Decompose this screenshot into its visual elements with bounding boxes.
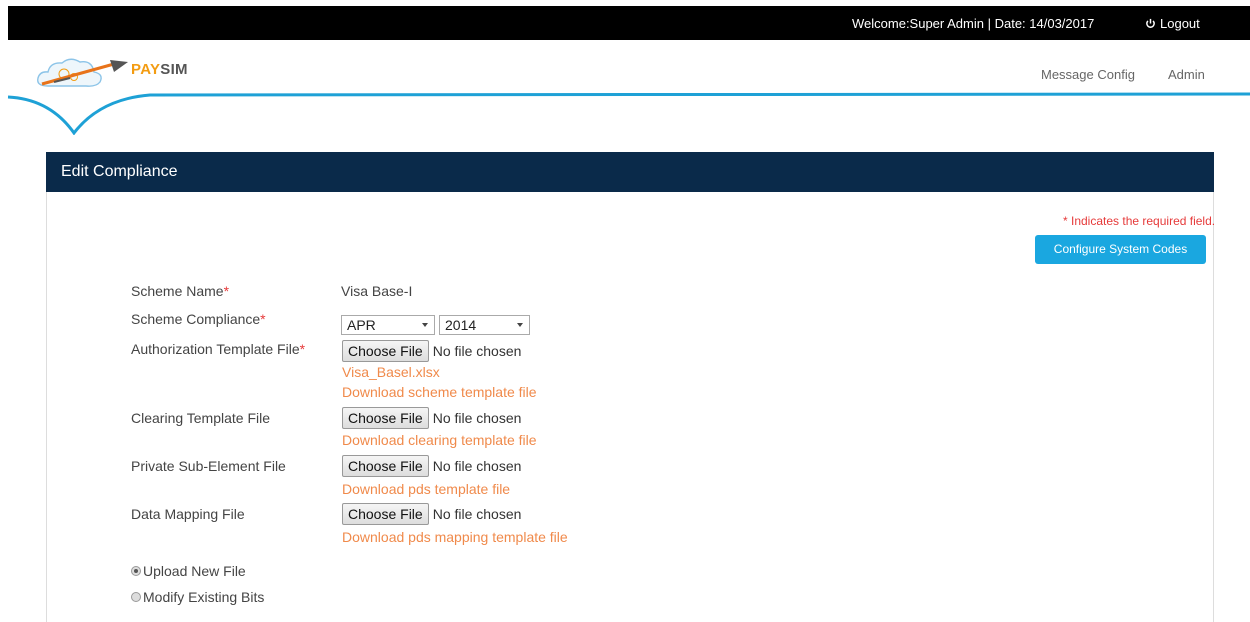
auth-template-current-file-link[interactable]: Visa_Basel.xlsx	[342, 364, 440, 380]
site-header: PAYSIM Message Config Admin	[0, 40, 1250, 135]
auth-template-choose-file-button[interactable]: Choose File	[342, 340, 429, 362]
radio-button[interactable]	[131, 592, 141, 602]
scheme-compliance-label: Scheme Compliance*	[131, 311, 266, 327]
scheme-compliance-label-text: Scheme Compliance	[131, 311, 261, 327]
logout-label: Logout	[1160, 16, 1200, 31]
configure-system-codes-button[interactable]: Configure System Codes	[1035, 235, 1206, 264]
required-star: *	[260, 311, 266, 327]
chevron-down-icon	[517, 323, 523, 327]
logout-button[interactable]: Logout	[1145, 16, 1200, 31]
data-mapping-choose-file-button[interactable]: Choose File	[342, 503, 429, 525]
private-sub-element-file-input: Choose File No file chosen	[342, 455, 521, 477]
compliance-year-value: 2014	[445, 317, 477, 333]
brand-name: PAYSIM	[131, 61, 188, 78]
welcome-date-text: Welcome:Super Admin | Date: 14/03/2017	[852, 16, 1095, 31]
compliance-month-value: APR	[347, 317, 376, 333]
panel-header: Edit Compliance	[46, 152, 1214, 192]
required-star: *	[299, 341, 306, 357]
nav-message-config[interactable]: Message Config	[1041, 67, 1135, 82]
scheme-name-value: Visa Base-I	[341, 283, 413, 299]
nav-admin[interactable]: Admin	[1168, 67, 1205, 82]
chevron-down-icon	[422, 323, 428, 327]
scheme-name-label-text: Scheme Name	[131, 283, 224, 299]
download-clearing-template-link[interactable]: Download clearing template file	[342, 432, 537, 448]
data-mapping-file-input: Choose File No file chosen	[342, 503, 521, 525]
brand-pay: PAY	[131, 61, 161, 78]
data-mapping-file-status: No file chosen	[432, 506, 522, 522]
brand-sim: SIM	[160, 61, 188, 78]
top-bar: Welcome:Super Admin | Date: 14/03/2017 L…	[8, 6, 1250, 40]
required-star: *	[223, 283, 230, 299]
scheme-name-label: Scheme Name*	[131, 283, 229, 299]
radio-button[interactable]	[131, 566, 141, 576]
download-pds-mapping-template-link[interactable]: Download pds mapping template file	[342, 529, 568, 545]
modify-existing-bits-label: Modify Existing Bits	[143, 589, 265, 605]
power-icon	[1146, 18, 1155, 28]
compliance-month-select[interactable]: APR	[341, 315, 435, 335]
auth-template-file-input: Choose File No file chosen	[342, 340, 521, 362]
auth-template-label-text: Authorization Template File	[131, 341, 300, 357]
modify-existing-bits-option[interactable]: Modify Existing Bits	[131, 589, 264, 605]
panel-title: Edit Compliance	[61, 163, 178, 180]
data-mapping-label: Data Mapping File	[131, 506, 245, 522]
download-scheme-template-link[interactable]: Download scheme template file	[342, 384, 537, 400]
clearing-template-label: Clearing Template File	[131, 410, 271, 426]
header-swoosh	[7, 92, 1250, 135]
auth-template-label: Authorization Template File*	[131, 341, 305, 357]
clearing-template-file-input: Choose File No file chosen	[342, 407, 521, 429]
required-field-note: * Indicates the required field.	[1063, 214, 1216, 228]
upload-new-file-label: Upload New File	[143, 563, 246, 579]
private-sub-element-label: Private Sub-Element File	[131, 458, 286, 474]
private-sub-element-file-status: No file chosen	[432, 458, 522, 474]
clearing-template-choose-file-button[interactable]: Choose File	[342, 407, 429, 429]
clearing-template-file-status: No file chosen	[432, 410, 522, 426]
auth-template-file-status: No file chosen	[432, 343, 522, 359]
private-sub-element-choose-file-button[interactable]: Choose File	[342, 455, 429, 477]
compliance-year-select[interactable]: 2014	[439, 315, 530, 335]
upload-new-file-option[interactable]: Upload New File	[131, 563, 246, 579]
download-pds-template-link[interactable]: Download pds template file	[342, 481, 510, 497]
